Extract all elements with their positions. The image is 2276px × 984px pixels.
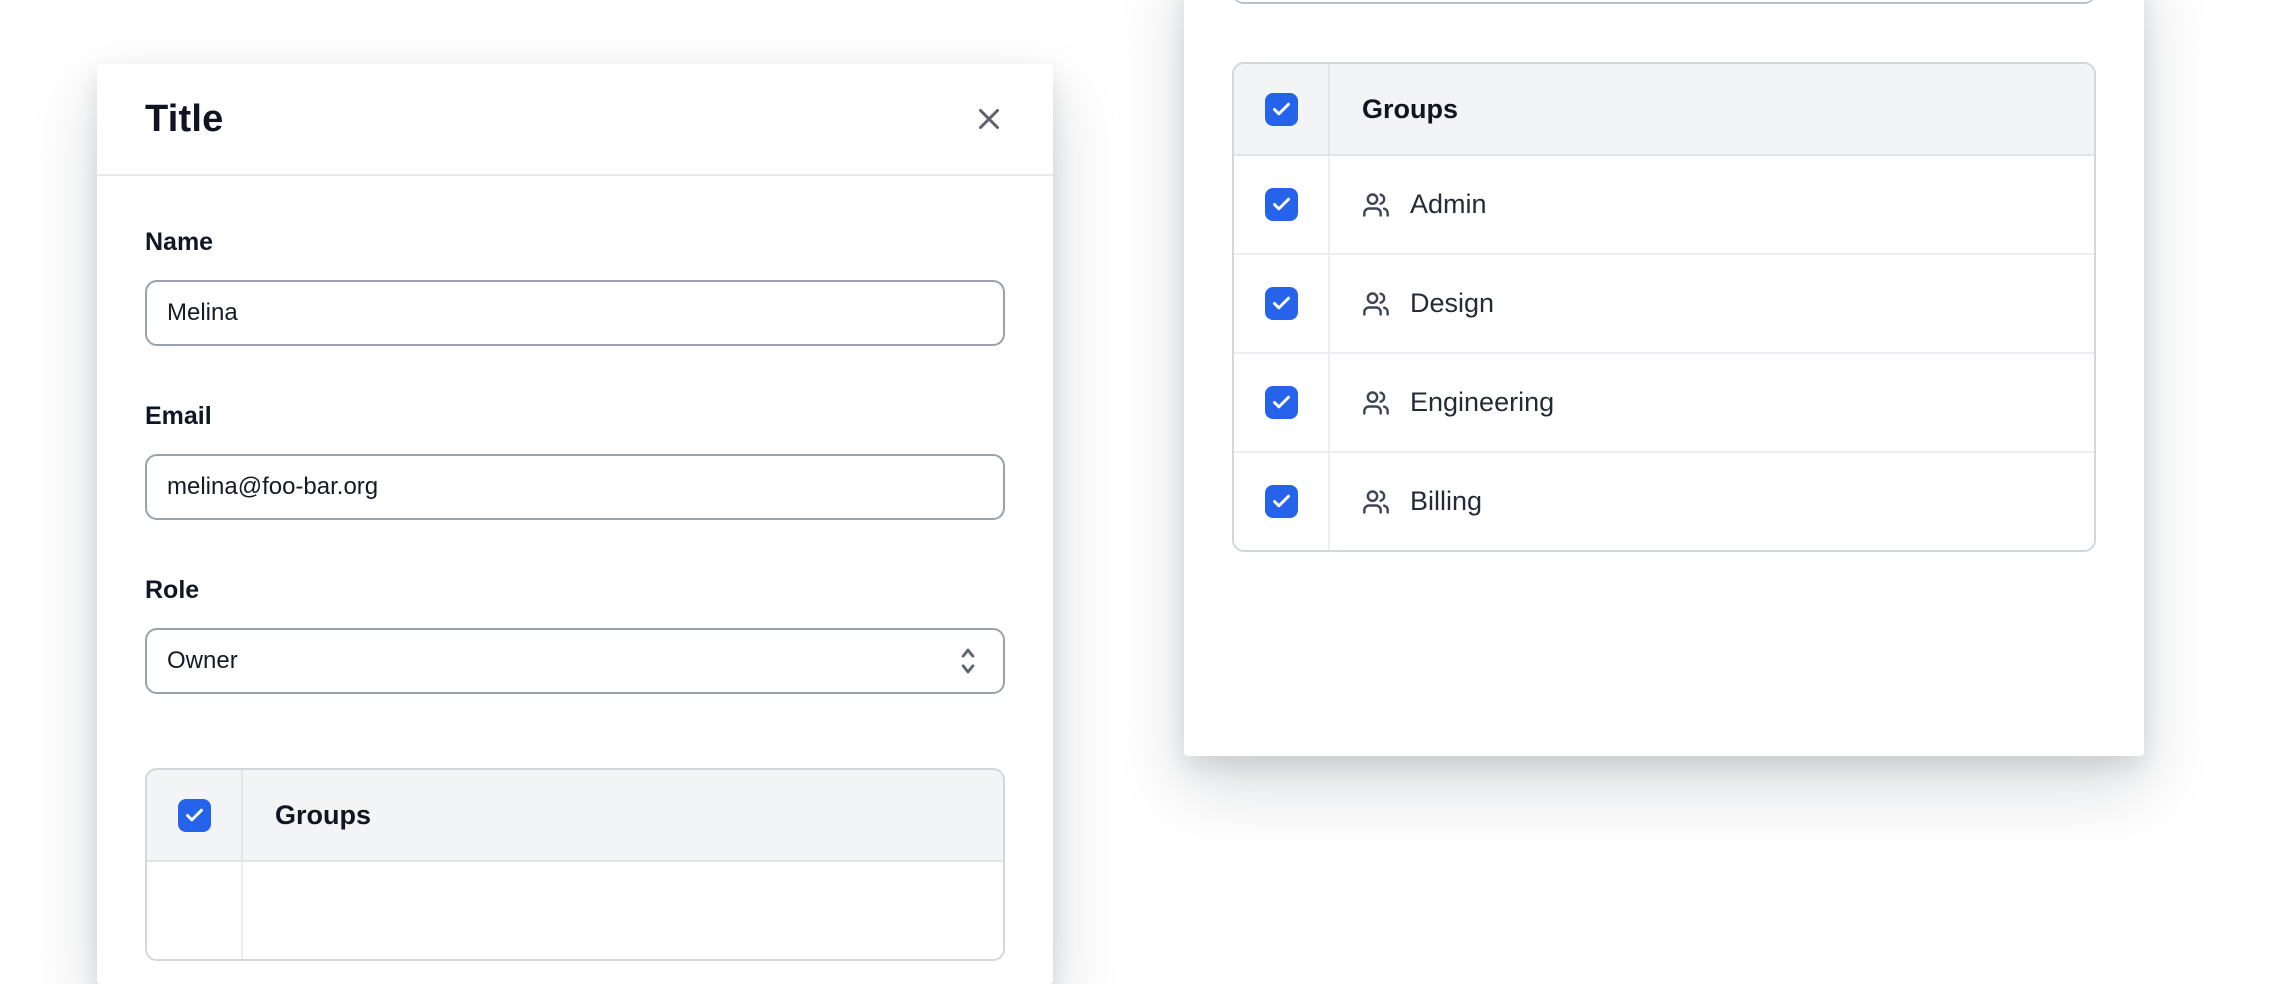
group-row-label: Design [1410, 288, 1494, 319]
row-checkbox[interactable] [1265, 188, 1298, 221]
modal-title: Title [145, 98, 223, 141]
select-bottom-edge[interactable] [1232, 0, 2096, 4]
users-icon [1362, 488, 1390, 516]
group-row-label: Engineering [1410, 387, 1554, 418]
header-checkbox-cell [1234, 64, 1330, 154]
users-icon [1362, 389, 1390, 417]
users-icon [1362, 290, 1390, 318]
table-row-stub[interactable] [147, 862, 1003, 959]
check-icon [1271, 392, 1292, 413]
modal-header: Title [97, 64, 1053, 176]
email-label: Email [145, 400, 1005, 432]
table-row-design[interactable]: Design [1234, 255, 2094, 354]
row-checkbox[interactable] [1265, 485, 1298, 518]
check-icon [1271, 194, 1292, 215]
name-input[interactable] [145, 280, 1005, 346]
select-all-checkbox[interactable] [178, 799, 211, 832]
groups-table-header-row: Groups [147, 770, 1003, 862]
role-label: Role [145, 574, 1005, 606]
groups-table: Groups Admin [1232, 62, 2096, 552]
role-select-value: Owner [167, 647, 238, 675]
name-label: Name [145, 226, 1005, 258]
groups-header-label: Groups [243, 770, 1003, 860]
table-row-engineering[interactable]: Engineering [1234, 354, 2094, 453]
email-input[interactable] [145, 454, 1005, 520]
modal-body: Name Email Role Owner [97, 176, 1053, 961]
table-row-billing[interactable]: Billing [1234, 453, 2094, 550]
group-row-label: Admin [1410, 189, 1487, 220]
check-icon [1271, 99, 1292, 120]
edit-user-modal: Title Name Email Role Owner [97, 64, 1053, 984]
groups-panel-body: Groups Admin [1184, 0, 2144, 552]
header-checkbox-cell [147, 770, 243, 860]
name-field-group: Name [145, 226, 1005, 346]
chevrons-up-down-icon [953, 644, 983, 678]
select-all-checkbox[interactable] [1265, 93, 1298, 126]
check-icon [1271, 293, 1292, 314]
row-checkbox[interactable] [1265, 287, 1298, 320]
table-row-admin[interactable]: Admin [1234, 156, 2094, 255]
groups-header-label: Groups [1330, 64, 2094, 154]
group-row-label: Billing [1410, 486, 1482, 517]
check-icon [184, 805, 205, 826]
check-icon [1271, 491, 1292, 512]
close-button[interactable] [965, 95, 1013, 143]
email-field-group: Email [145, 400, 1005, 520]
x-icon [972, 102, 1006, 136]
groups-table: Groups [145, 768, 1005, 961]
role-select[interactable]: Owner [145, 628, 1005, 694]
groups-panel: Groups Admin [1184, 0, 2144, 756]
users-icon [1362, 191, 1390, 219]
role-field-group: Role Owner [145, 574, 1005, 694]
row-checkbox[interactable] [1265, 386, 1298, 419]
groups-table-header-row: Groups [1234, 64, 2094, 156]
